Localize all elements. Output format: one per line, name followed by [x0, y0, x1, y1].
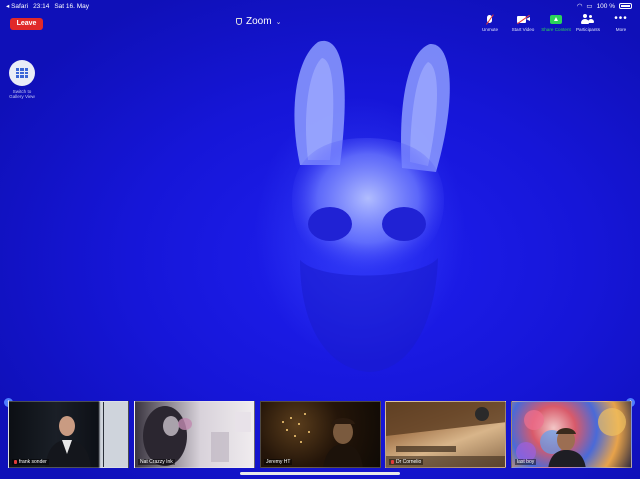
gallery-view-icon — [9, 60, 35, 86]
wifi-icon: ◠ — [576, 3, 583, 10]
meeting-title: Zoom — [246, 16, 272, 27]
start-video-button[interactable]: Start Video — [507, 14, 539, 32]
participant-name-label: last boy — [515, 459, 537, 465]
back-to-safari-link[interactable]: ◂ Safari — [6, 2, 28, 10]
unmute-button[interactable]: Unmute — [474, 14, 506, 32]
start-video-label: Start Video — [511, 27, 535, 32]
shield-icon — [236, 18, 242, 25]
ios-status-bar: ◂ Safari 23:14 Sat 16. May ◠ ▭ 100 % — [0, 0, 640, 12]
chevron-down-icon: ⌄ — [275, 18, 282, 26]
speaker-video-content — [292, 40, 450, 372]
more-icon: ••• — [614, 13, 628, 24]
meeting-title-dropdown[interactable]: Zoom ⌄ — [236, 16, 281, 27]
participants-button[interactable]: Participants — [572, 14, 604, 32]
battery-icon — [619, 3, 632, 9]
video-off-icon — [507, 14, 539, 25]
participant-name-label: Nat Crazzy Ink — [138, 459, 175, 465]
participant-video-tile[interactable]: Jeremy HT — [260, 401, 381, 468]
share-content-button[interactable]: Share Content — [540, 14, 572, 32]
battery-percent: 100 % — [596, 2, 615, 10]
participant-video-tile[interactable]: Dr Cornelio — [385, 401, 506, 468]
participant-name-label: Dr Cornelio — [389, 459, 424, 465]
switch-to-gallery-view-button[interactable]: Switch to Gallery View — [8, 60, 36, 99]
gallery-view-label: Switch to Gallery View — [9, 89, 35, 99]
more-button[interactable]: ••• More — [605, 13, 637, 33]
participant-thumbnail-strip: ‹ › frank sonder Nat Crazzy Ink — [0, 398, 640, 470]
participant-name-label: frank sonder — [12, 459, 49, 465]
participant-video-tile[interactable]: last boy — [511, 401, 632, 468]
share-content-label: Share Content — [541, 27, 571, 32]
status-time: 23:14 — [33, 2, 50, 10]
status-date: Sat 16. May — [54, 2, 90, 10]
screen-mirror-icon: ▭ — [586, 3, 593, 10]
participant-video-tile[interactable]: frank sonder — [8, 401, 129, 468]
home-indicator[interactable] — [240, 472, 400, 475]
more-label: More — [615, 27, 627, 32]
participants-label: Participants — [575, 27, 600, 32]
leave-button[interactable]: Leave — [10, 18, 43, 30]
participant-name-label: Jeremy HT — [264, 459, 293, 465]
participant-video-tile[interactable]: Nat Crazzy Ink — [134, 401, 255, 468]
meeting-toolbar: Leave Zoom ⌄ Unmute Start Video Share Co… — [0, 12, 640, 38]
participants-icon — [572, 14, 604, 25]
share-screen-icon — [540, 14, 572, 25]
mic-muted-icon — [474, 14, 506, 25]
unmute-label: Unmute — [481, 27, 499, 32]
mic-muted-icon — [14, 460, 17, 464]
mic-muted-icon — [391, 460, 394, 464]
